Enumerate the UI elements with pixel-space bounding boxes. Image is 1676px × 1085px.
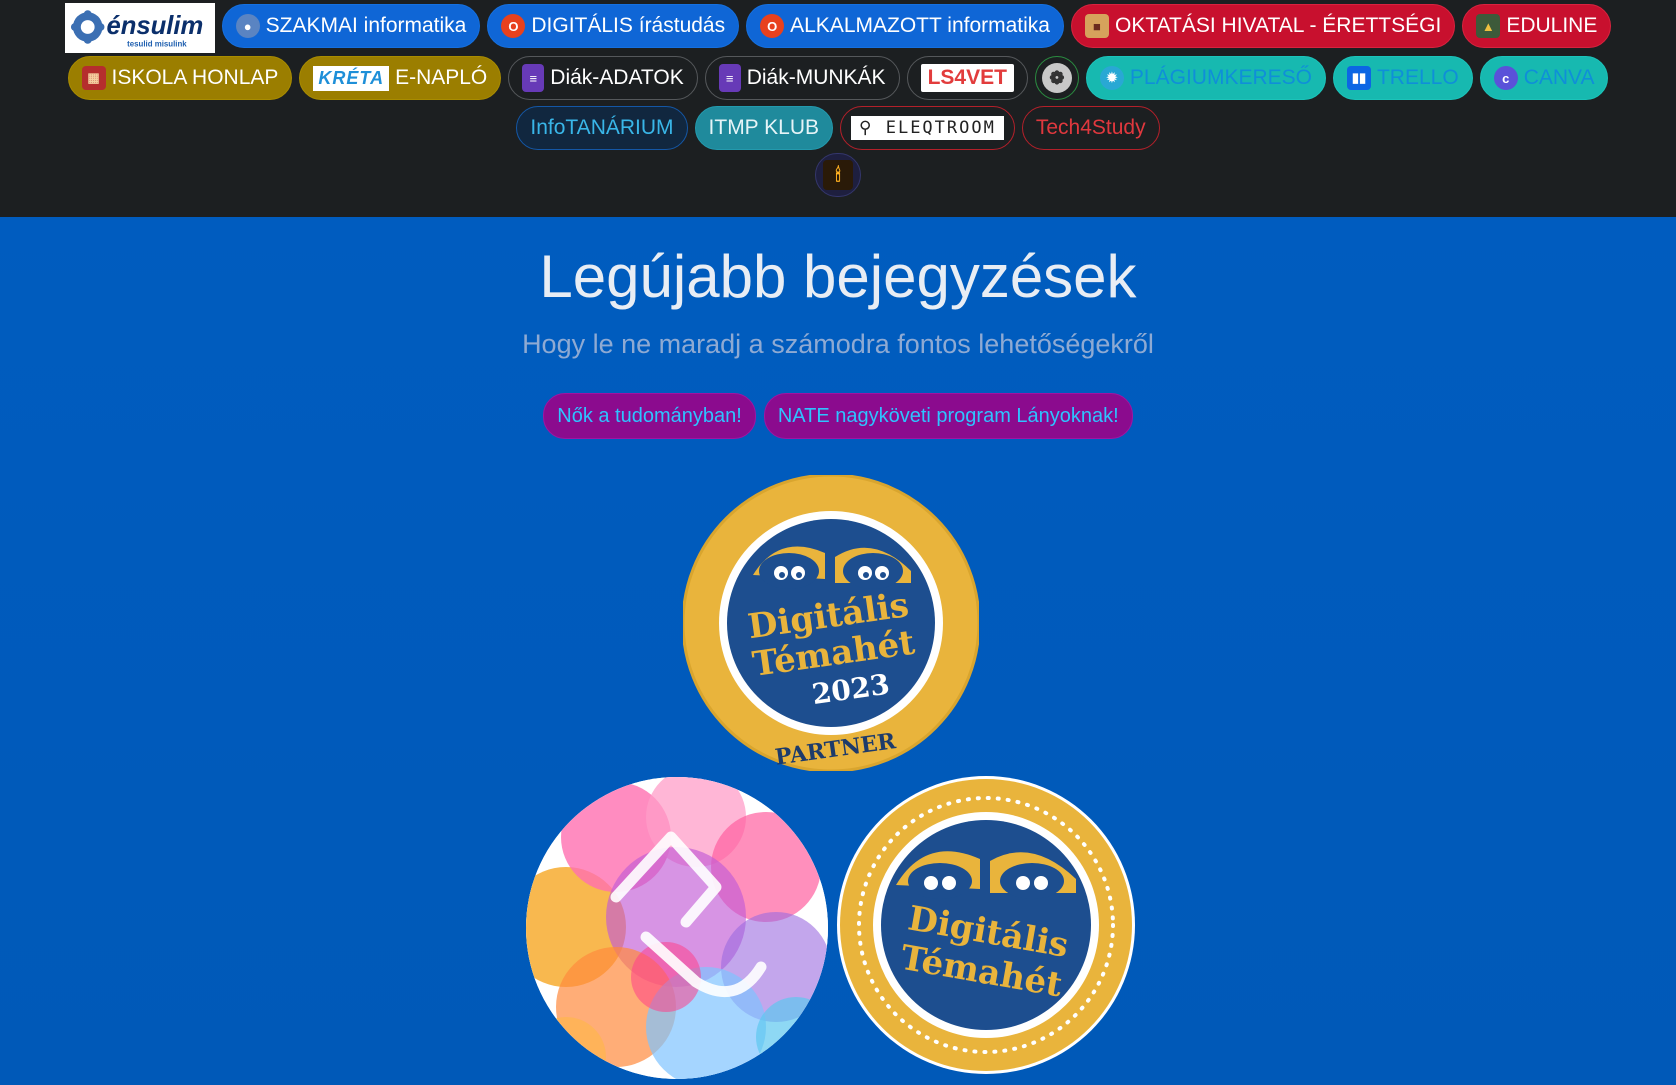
ensulim-brand-text: énsulim (106, 12, 203, 40)
nav-itmp-klub[interactable]: ITMP KLUB (694, 106, 834, 150)
oktatasi-hivatal-icon: ■ (1084, 14, 1109, 38)
person-icon: ● (235, 14, 260, 38)
google-forms-icon: ≡ (522, 64, 545, 92)
ensulim-logo-image: énsulim tesulid misulink (65, 3, 214, 53)
nav-diak-munkak[interactable]: ≡ Diák-MUNKÁK (704, 56, 900, 100)
tag-list: Nők a tudományban! NATE nagyköveti progr… (0, 393, 1676, 439)
office-icon: O (501, 14, 526, 38)
nav-canva[interactable]: c CANVA (1479, 56, 1609, 100)
google-forms-icon: ≡ (718, 64, 741, 92)
nav-label: InfoTANÁRIUM (530, 116, 674, 139)
trello-icon: ▮▮ (1346, 66, 1371, 90)
nav-label: OKTATÁSI HIVATAL - ÉRETTSÉGI (1114, 14, 1442, 37)
bubbles-logo-badge[interactable] (526, 777, 828, 1079)
nav-candle[interactable]: 🕯 (815, 153, 861, 197)
nav-spiral[interactable]: ❁ (1034, 56, 1079, 100)
candle-icon: 🕯 (823, 160, 853, 190)
nav-label: EDULINE (1506, 14, 1598, 37)
plagium-icon: ✹ (1099, 66, 1124, 90)
main-content: Legújabb bejegyzések Hogy le ne maradj a… (0, 217, 1676, 1085)
eduline-icon: ▲ (1476, 14, 1501, 38)
nav-eduline[interactable]: ▲ EDULINE (1462, 4, 1612, 48)
nav-eleqtroom[interactable]: ⚲ ELEQTROOM (840, 106, 1015, 150)
eleqtroom-logo: ⚲ ELEQTROOM (851, 116, 1004, 140)
nav-label: Diák-ADATOK (550, 66, 684, 89)
nav-label: E-NAPLÓ (395, 66, 488, 89)
kreta-logo: KRÉTA (313, 65, 390, 91)
eleqtroom-logo-text: ELEQTROOM (885, 118, 996, 138)
page-title: Legújabb bejegyzések (539, 243, 1137, 310)
nav-label: ITMP KLUB (708, 116, 820, 139)
digitalis-temahet-2023-partner-badge[interactable]: Digitális Témahét 2023 PARTNER (683, 475, 979, 771)
digitalis-temahet-badge[interactable]: Digitális Témahét (836, 775, 1136, 1075)
page-subtitle: Hogy le ne maradj a számodra fontos lehe… (522, 329, 1154, 359)
nav-oktatasi-hivatal[interactable]: ■ OKTATÁSI HIVATAL - ÉRETTSÉGI (1070, 4, 1456, 48)
nav-trello[interactable]: ▮▮ TRELLO (1332, 56, 1473, 100)
nav-label: ALKALMAZOTT informatika (790, 14, 1050, 37)
nav-row-1: énsulim tesulid misulink ● SZAKMAI infor… (0, 3, 1676, 53)
nav-plagiumkereso[interactable]: ✹ PLÁGIUMKERESŐ (1085, 56, 1326, 100)
ensulim-tagline: tesulid misulink (127, 40, 187, 49)
nav-label: TRELLO (1376, 66, 1459, 89)
nav-label: ISKOLA HONLAP (111, 66, 279, 89)
nav-digitalis-irastudas[interactable]: O DIGITÁLIS írástudás (487, 4, 740, 48)
colorful-bubbles-icon (526, 777, 828, 1079)
office-icon: O (760, 14, 785, 38)
location-pin-icon: ⚲ (859, 118, 874, 138)
nav-label: PLÁGIUMKERESŐ (1129, 66, 1312, 89)
ensulim-logo[interactable]: énsulim tesulid misulink (64, 3, 215, 53)
tag-nate-nagykoveti-program[interactable]: NATE nagyköveti program Lányoknak! (763, 393, 1133, 439)
nav-label: Tech4Study (1035, 116, 1146, 139)
nav-row-4: 🕯 (0, 153, 1676, 197)
school-icon: ▦ (81, 66, 106, 90)
nav-label: DIGITÁLIS írástudás (531, 14, 726, 37)
ls4vet-logo: LS4VET (920, 64, 1014, 92)
nav-row-3: InfoTANÁRIUM ITMP KLUB ⚲ ELEQTROOM Tech4… (0, 106, 1676, 150)
nav-label: CANVA (1523, 66, 1595, 89)
nav-ls4vet[interactable]: LS4VET (906, 56, 1028, 100)
nav-e-naplo[interactable]: KRÉTA E-NAPLÓ (299, 56, 502, 100)
spiral-icon: ❁ (1041, 63, 1072, 93)
nav-label: Diák-MUNKÁK (746, 66, 886, 89)
nav-label: SZAKMAI informatika (265, 14, 467, 37)
canva-icon: c (1493, 66, 1518, 90)
nav-diak-adatok[interactable]: ≡ Diák-ADATOK (508, 56, 698, 100)
nav-row-2: ▦ ISKOLA HONLAP KRÉTA E-NAPLÓ ≡ Diák-ADA… (0, 56, 1676, 100)
nav-alkalmazott-informatika[interactable]: O ALKALMAZOTT informatika (746, 4, 1064, 48)
nav-infotanarium[interactable]: InfoTANÁRIUM (516, 106, 688, 150)
tag-nok-a-tudomanyban[interactable]: Nők a tudományban! (543, 393, 756, 439)
nav-iskola-honlap[interactable]: ▦ ISKOLA HONLAP (67, 56, 293, 100)
nav-szakmai-informatika[interactable]: ● SZAKMAI informatika (221, 4, 481, 48)
nav-tech4study[interactable]: Tech4Study (1021, 106, 1160, 150)
top-navigation: énsulim tesulid misulink ● SZAKMAI infor… (0, 0, 1676, 217)
